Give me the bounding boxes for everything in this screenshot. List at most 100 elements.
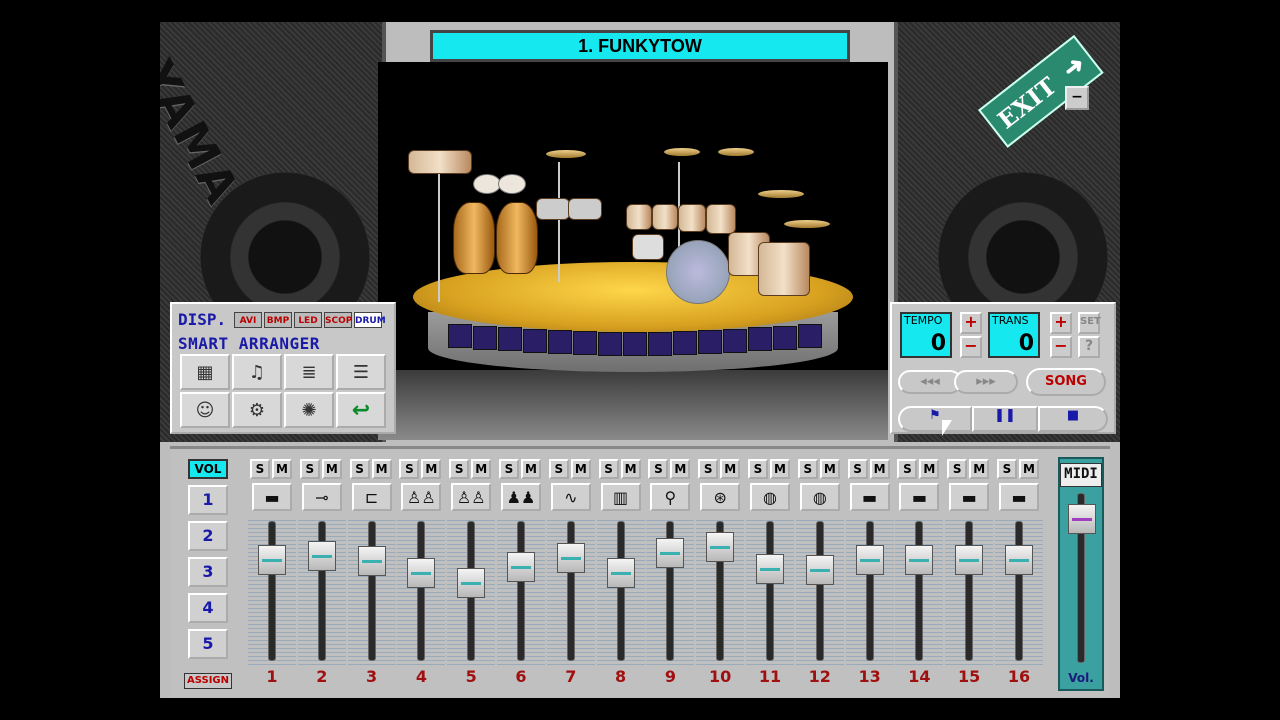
mute-button[interactable]: M	[570, 459, 591, 479]
solo-button[interactable]: S	[947, 459, 968, 479]
play-button[interactable]: ⚑	[898, 406, 972, 432]
volume-fader-handle[interactable]	[407, 558, 436, 588]
tempo-minus-button[interactable]: −	[960, 336, 982, 358]
arranger-tile-button[interactable]: ≣	[284, 354, 334, 390]
solo-button[interactable]: S	[648, 459, 669, 479]
arranger-tile-button[interactable]: ▦	[180, 354, 230, 390]
mute-button[interactable]: M	[819, 459, 840, 479]
solo-button[interactable]: S	[250, 459, 270, 479]
arranger-tile-button[interactable]: ☺	[180, 392, 230, 428]
bank-5-button[interactable]: 5	[188, 629, 228, 659]
mute-button[interactable]: M	[720, 459, 741, 479]
bank-4-button[interactable]: 4	[188, 593, 228, 623]
tempo-plus-button[interactable]: +	[960, 312, 982, 334]
mute-button[interactable]: M	[321, 459, 342, 479]
volume-fader-handle[interactable]	[556, 543, 585, 573]
solo-button[interactable]: S	[499, 459, 519, 479]
solo-button[interactable]: S	[847, 459, 868, 479]
solo-button[interactable]: S	[399, 459, 420, 479]
song-button[interactable]: SONG	[1026, 368, 1106, 396]
mute-button[interactable]: M	[421, 459, 442, 479]
disp-avi-button[interactable]: AVI	[234, 312, 262, 328]
conga-drum[interactable]	[496, 202, 538, 274]
mute-button[interactable]: M	[969, 459, 990, 479]
volume-fader-handle[interactable]	[955, 545, 984, 575]
instrument-select-button[interactable]: ⊏	[351, 483, 392, 511]
tom-drum[interactable]	[652, 204, 678, 230]
arranger-tile-button[interactable]: ♫	[232, 354, 282, 390]
volume-fader-handle[interactable]	[905, 545, 934, 575]
tom-drum[interactable]	[706, 204, 736, 234]
instrument-select-button[interactable]: ⊛	[700, 483, 741, 511]
volume-fader-handle[interactable]	[706, 532, 735, 562]
trans-plus-button[interactable]: +	[1050, 312, 1072, 334]
solo-button[interactable]: S	[748, 459, 768, 479]
volume-fader-handle[interactable]	[1005, 545, 1033, 575]
master-fader-handle[interactable]	[1068, 504, 1096, 534]
mute-button[interactable]: M	[670, 459, 691, 479]
cymbal[interactable]	[664, 148, 700, 156]
solo-button[interactable]: S	[349, 459, 370, 479]
mute-button[interactable]: M	[869, 459, 890, 479]
instrument-select-button[interactable]: ⚲	[650, 483, 691, 511]
volume-fader-handle[interactable]	[258, 545, 286, 575]
snare-drum[interactable]	[632, 234, 664, 260]
floor-tom[interactable]	[758, 242, 810, 296]
disp-drum-button[interactable]: DRUM	[354, 312, 386, 328]
bass-drum[interactable]	[666, 240, 730, 304]
volume-fader-handle[interactable]	[805, 555, 834, 585]
solo-button[interactable]: S	[598, 459, 619, 479]
help-button[interactable]: ?	[1078, 336, 1100, 358]
bank-1-button[interactable]: 1	[188, 485, 228, 515]
volume-fader-handle[interactable]	[606, 558, 635, 588]
mute-button[interactable]: M	[620, 459, 641, 479]
volume-fader-handle[interactable]	[357, 546, 386, 576]
minimize-button[interactable]: −	[1065, 86, 1089, 110]
instrument-select-button[interactable]: ▬	[252, 483, 292, 511]
arranger-tile-button[interactable]: ☰	[336, 354, 386, 390]
timbale[interactable]	[568, 198, 602, 220]
instrument-select-button[interactable]: ◍	[799, 483, 840, 511]
arranger-tile-button[interactable]: ⚙	[232, 392, 282, 428]
fast-forward-button[interactable]: ▸▸▸	[954, 370, 1018, 394]
cymbal[interactable]	[784, 220, 830, 228]
solo-button[interactable]: S	[997, 459, 1017, 479]
cymbal[interactable]	[546, 150, 586, 158]
mute-button[interactable]: M	[1019, 459, 1039, 479]
instrument-select-button[interactable]: ⊸	[301, 483, 342, 511]
instrument-select-button[interactable]: ▥	[600, 483, 641, 511]
volume-fader-handle[interactable]	[756, 554, 784, 584]
solo-button[interactable]: S	[698, 459, 719, 479]
mute-button[interactable]: M	[272, 459, 292, 479]
tom-drum[interactable]	[678, 204, 706, 232]
conga-drum[interactable]	[453, 202, 495, 274]
trans-minus-button[interactable]: −	[1050, 336, 1072, 358]
solo-button[interactable]: S	[548, 459, 569, 479]
bank-3-button[interactable]: 3	[188, 557, 228, 587]
bongo-drum[interactable]	[473, 174, 501, 194]
solo-button[interactable]: S	[449, 459, 470, 479]
cymbal[interactable]	[718, 148, 754, 156]
instrument-select-button[interactable]: ◍	[750, 483, 790, 511]
solo-button[interactable]: S	[299, 459, 320, 479]
volume-fader-handle[interactable]	[457, 568, 486, 598]
pause-button[interactable]: ❚❚	[972, 406, 1038, 432]
disp-scop-button[interactable]: SCOP	[324, 312, 352, 328]
instrument-select-button[interactable]: ▬	[999, 483, 1039, 511]
disp-bmp-button[interactable]: BMP	[264, 312, 292, 328]
arranger-tile-button[interactable]: ✺	[284, 392, 334, 428]
volume-fader-handle[interactable]	[507, 552, 535, 582]
instrument-select-button[interactable]: ♙♙	[451, 483, 492, 511]
mute-button[interactable]: M	[521, 459, 541, 479]
instrument-select-button[interactable]: ▬	[899, 483, 940, 511]
bank-2-button[interactable]: 2	[188, 521, 228, 551]
mute-button[interactable]: M	[919, 459, 940, 479]
volume-fader-handle[interactable]	[855, 545, 884, 575]
mute-button[interactable]: M	[371, 459, 392, 479]
mute-button[interactable]: M	[770, 459, 790, 479]
volume-fader-handle[interactable]	[656, 538, 685, 568]
instrument-select-button[interactable]: ♟♟	[501, 483, 541, 511]
solo-button[interactable]: S	[797, 459, 818, 479]
arranger-tile-button[interactable]: ↩	[336, 392, 386, 428]
timbale[interactable]	[536, 198, 570, 220]
